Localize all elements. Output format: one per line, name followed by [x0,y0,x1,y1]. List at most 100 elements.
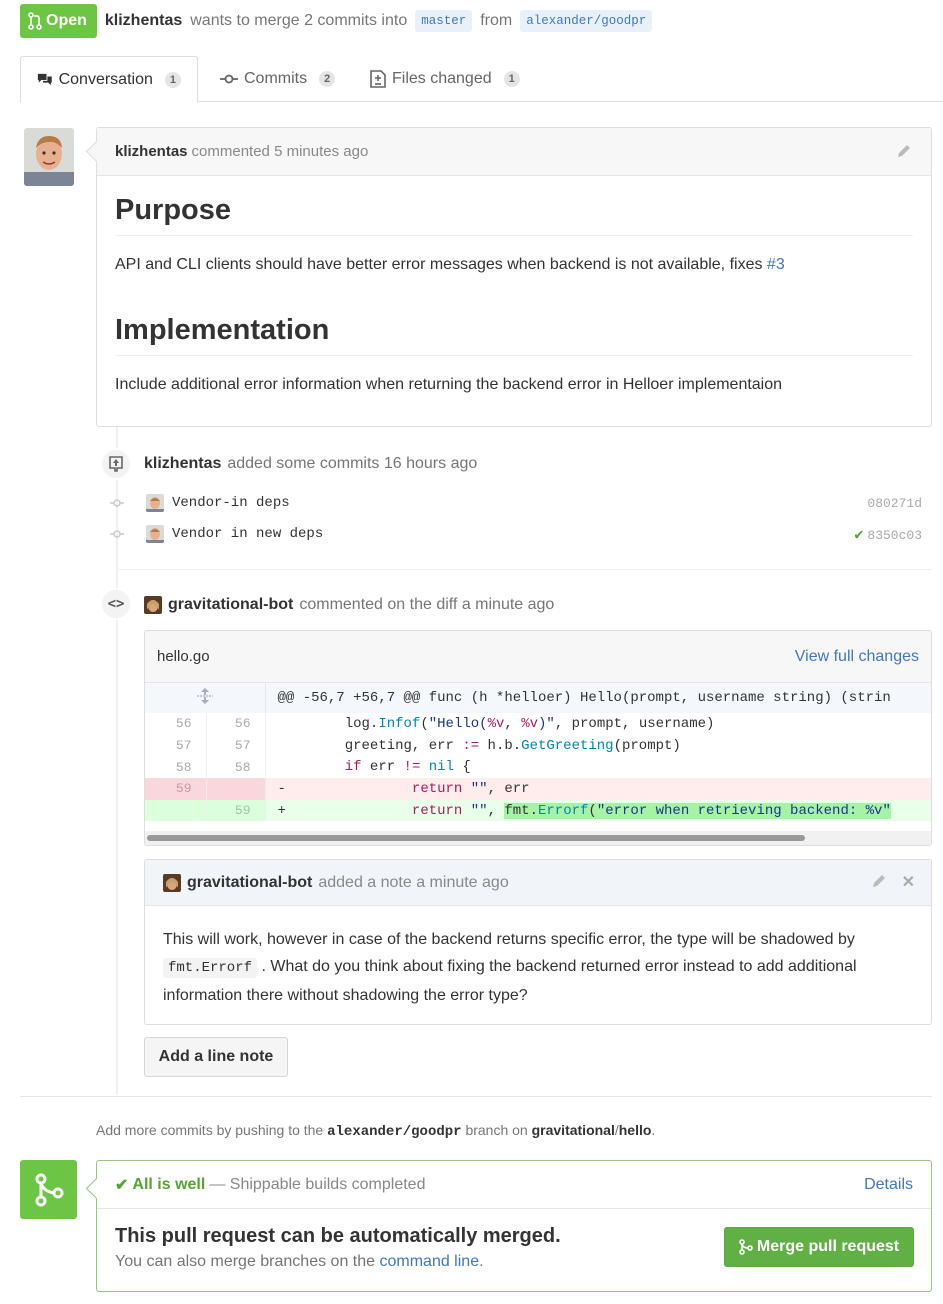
pr-action-text: wants to merge 2 commits into [190,12,408,29]
merge-subtitle: You can also merge branches on the comma… [115,1253,484,1271]
view-full-changes-link[interactable]: View full changes [795,648,919,666]
tab-conversation-label: Conversation [58,70,153,88]
new-line-number[interactable]: 57 [206,734,266,757]
comment-body: Purpose API and CLI clients should have … [97,176,931,394]
commit-sha[interactable]: 080271d [867,496,922,511]
tab-files-changed-label: Files changed [392,70,492,87]
hunk-header: @@ -56,7 +56,7 @@ func (h *helloer) Hell… [265,683,931,713]
check-icon: ✔ [854,526,864,544]
merge-sub-suffix: . [479,1253,484,1270]
base-branch[interactable]: master [415,10,473,32]
old-line-number[interactable]: 59 [145,778,207,800]
note-actions: ✕ [870,872,915,892]
push-hint-owner[interactable]: gravitational [532,1122,615,1138]
file-header: hello.go View full changes [145,631,931,683]
comment-header: klizhentas commented 5 minutes ago [97,128,931,176]
diff-table: @@ -56,7 +56,7 @@ func (h *helloer) Hell… [145,683,931,822]
merge-icon [20,1160,77,1219]
heading-purpose: Purpose [115,176,913,236]
new-line-number[interactable]: 59 [206,799,266,822]
hunk-row: @@ -56,7 +56,7 @@ func (h *helloer) Hell… [145,683,931,713]
note-text-part2: . What do you think about fixing the bac… [163,958,857,1004]
tab-conversation[interactable]: Conversation 1 [20,56,198,103]
state-badge: Open [20,4,97,38]
new-line-number[interactable]: 56 [206,713,266,735]
old-line-number[interactable] [145,799,207,822]
commit-message[interactable]: Vendor-in deps [172,495,290,511]
tab-commits[interactable]: Commits 2 [204,56,351,102]
new-line-number[interactable] [206,778,266,800]
pr-tabs: Conversation 1 Commits 2 Files changed 1 [20,56,943,103]
comment-meta[interactable]: commented 5 minutes ago [192,143,369,160]
avatar[interactable] [144,596,162,614]
separator [118,569,932,570]
close-icon[interactable]: ✕ [902,872,915,892]
purpose-text: API and CLI clients should have better e… [115,256,913,274]
merge-title: This pull request can be automatically m… [115,1225,561,1247]
pencil-icon[interactable] [870,872,888,890]
line-note: gravitational-bot added a note a minute … [144,859,932,1025]
commit-icon [104,498,130,508]
commit-sha-with-status[interactable]: ✔ 8350c03 [854,525,922,544]
code-line: greeting, err := h.b.GetGreeting(prompt) [277,737,681,754]
from-text: from [480,12,513,29]
avatar[interactable] [163,873,181,892]
pull-request-icon [28,12,42,30]
new-line-number[interactable]: 58 [206,756,266,779]
code-line: - return "", err [265,778,931,800]
head-branch[interactable]: alexander/goodpr [520,10,653,32]
commit-row[interactable]: Vendor in new deps ✔ 8350c03 [104,522,924,546]
file-diff-icon [370,70,386,88]
pr-author-link[interactable]: klizhentas [105,12,182,30]
purpose-paragraph: API and CLI clients should have better e… [115,256,767,273]
commit-row[interactable]: Vendor-in deps 080271d [104,491,924,515]
pr-description-comment: klizhentas commented 5 minutes ago Purpo… [96,127,932,427]
issue-link[interactable]: #3 [767,256,785,273]
avatar [146,494,164,512]
diff-line: 57 57 greeting, err := h.b.GetGreeting(p… [145,734,931,757]
push-hint-mid: branch on [465,1122,528,1138]
push-hint-repo[interactable]: hello [619,1122,652,1138]
avatar[interactable] [24,128,74,186]
old-line-number[interactable]: 56 [145,713,207,735]
tab-commits-count: 2 [319,71,336,87]
note-meta: added a note a minute ago [318,873,509,891]
old-line-number[interactable]: 57 [145,734,207,757]
merge-pull-request-button[interactable]: Merge pull request [724,1227,914,1267]
merge-box: ✔ All is well — Shippable builds complet… [96,1160,932,1292]
diff-event-meta: commented on the diff a minute ago [299,596,555,613]
details-link[interactable]: Details [864,1176,913,1194]
check-icon: ✔ [115,1176,129,1194]
diff-line-deleted: 59 - return "", err [145,778,931,800]
push-icon [100,448,132,480]
old-line-number[interactable]: 58 [145,756,207,779]
expand-icon[interactable] [145,683,266,713]
comment-author[interactable]: klizhentas [115,143,188,160]
pencil-icon[interactable] [895,142,913,160]
comment-icon [37,73,52,85]
horizontal-scrollbar[interactable] [147,835,805,841]
diff-event-author[interactable]: gravitational-bot [168,596,293,614]
code-line: + return "", fmt.Errorf("error when retr… [265,799,931,822]
commit-icon [220,74,238,84]
commit-sha: 8350c03 [867,527,922,543]
diff-file: hello.go View full changes @@ -56,7 +56,… [144,630,932,846]
commit-message[interactable]: Vendor in new deps [172,526,323,542]
push-hint-prefix: Add more commits by pushing to the [96,1122,324,1138]
add-line-note-button[interactable]: Add a line note [144,1037,288,1077]
code-line: if err != nil { [344,759,471,776]
merge-sub-prefix: You can also merge branches on the [115,1253,376,1270]
file-name: hello.go [157,648,210,665]
note-author[interactable]: gravitational-bot [187,874,312,892]
tab-files-changed-count: 1 [503,71,520,87]
commit-icon [104,529,130,539]
note-body: This will work, however in case of the b… [145,906,931,1029]
merge-icon [739,1239,753,1255]
commits-event-author[interactable]: klizhentas [144,455,221,473]
tab-commits-label: Commits [244,70,308,87]
avatar [146,525,164,543]
tab-files-changed[interactable]: Files changed 1 [354,56,536,102]
divider [20,1096,932,1097]
command-line-link[interactable]: command line [379,1253,479,1270]
push-hint: Add more commits by pushing to the alexa… [96,1122,655,1140]
